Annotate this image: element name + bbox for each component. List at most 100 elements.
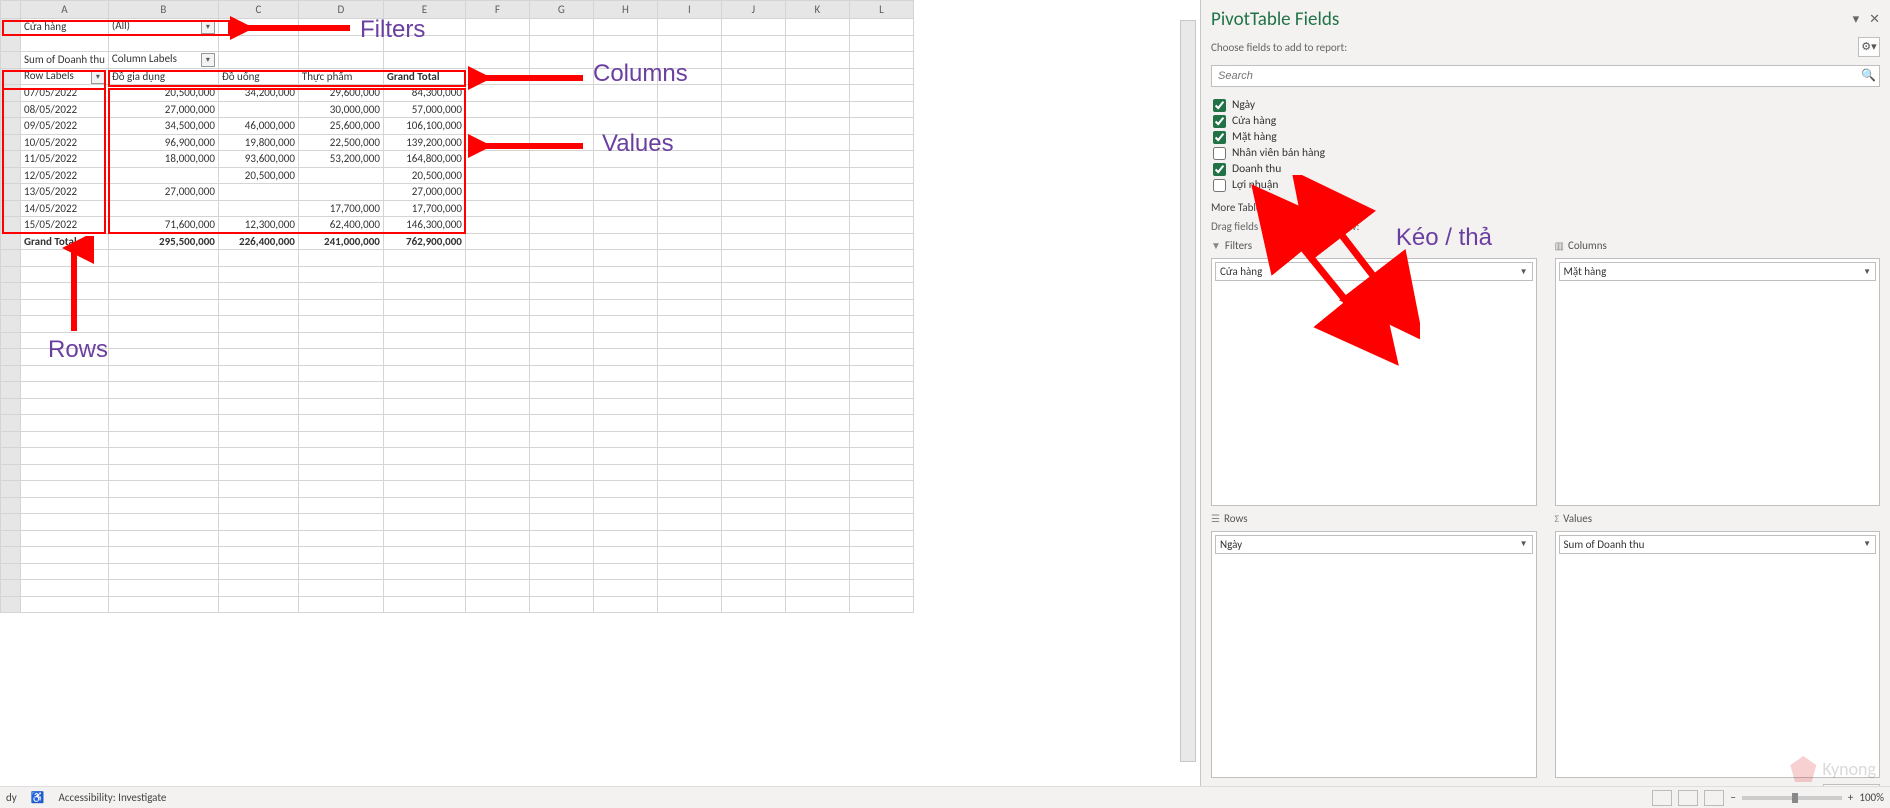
date-cell[interactable]: 10/05/2022 xyxy=(21,134,109,151)
cell[interactable] xyxy=(721,415,785,432)
cell[interactable] xyxy=(383,580,465,597)
value-cell[interactable] xyxy=(218,101,298,118)
cell[interactable] xyxy=(298,547,383,564)
cell[interactable] xyxy=(383,316,465,333)
cell[interactable] xyxy=(785,299,849,316)
value-cell[interactable]: 27,000,000 xyxy=(108,101,218,118)
cell[interactable] xyxy=(465,580,529,597)
cell[interactable] xyxy=(849,514,913,531)
cell[interactable] xyxy=(785,134,849,151)
cell[interactable] xyxy=(465,398,529,415)
cell[interactable] xyxy=(383,382,465,399)
cell[interactable] xyxy=(529,514,593,531)
date-cell[interactable]: 13/05/2022 xyxy=(21,184,109,201)
cell[interactable] xyxy=(593,431,657,448)
cell[interactable] xyxy=(849,118,913,135)
cell[interactable] xyxy=(849,184,913,201)
cell[interactable] xyxy=(383,299,465,316)
cell[interactable] xyxy=(529,151,593,168)
cell[interactable] xyxy=(785,448,849,465)
cell[interactable] xyxy=(529,250,593,267)
value-cell[interactable]: 29,600,000 xyxy=(298,85,383,102)
zoom-out-icon[interactable]: − xyxy=(1730,791,1735,804)
cell[interactable] xyxy=(721,332,785,349)
cell[interactable] xyxy=(785,266,849,283)
cell[interactable] xyxy=(593,85,657,102)
cell[interactable] xyxy=(849,35,913,52)
cell[interactable] xyxy=(21,431,109,448)
cell[interactable] xyxy=(529,580,593,597)
cell[interactable] xyxy=(465,35,529,52)
cell[interactable] xyxy=(108,415,218,432)
cell[interactable] xyxy=(298,349,383,366)
cell[interactable] xyxy=(593,35,657,52)
pivot-column-header[interactable]: Grand Total xyxy=(383,68,465,85)
cell[interactable] xyxy=(657,332,721,349)
cell[interactable] xyxy=(657,349,721,366)
view-page-break-icon[interactable] xyxy=(1704,790,1724,806)
area-columns-box[interactable]: Mặt hàng▼ xyxy=(1555,258,1881,506)
value-cell[interactable]: 34,500,000 xyxy=(108,118,218,135)
cell[interactable] xyxy=(465,283,529,300)
cell[interactable] xyxy=(465,85,529,102)
cell[interactable] xyxy=(108,332,218,349)
cell[interactable] xyxy=(108,349,218,366)
date-cell[interactable]: 07/05/2022 xyxy=(21,85,109,102)
cell[interactable] xyxy=(721,299,785,316)
cell[interactable] xyxy=(298,35,383,52)
cell[interactable] xyxy=(21,514,109,531)
cell[interactable] xyxy=(593,151,657,168)
cell[interactable] xyxy=(657,233,721,250)
cell[interactable] xyxy=(465,250,529,267)
cell[interactable] xyxy=(529,547,593,564)
cell[interactable] xyxy=(657,19,721,36)
cell[interactable] xyxy=(465,184,529,201)
cell[interactable] xyxy=(721,398,785,415)
value-cell[interactable]: 27,000,000 xyxy=(108,184,218,201)
area-filters-item[interactable]: Cửa hàng▼ xyxy=(1215,262,1533,281)
cell[interactable] xyxy=(298,365,383,382)
worksheet[interactable]: ABCDEFGHIJKL Cửa hàng (All)▾ Sum of Doan… xyxy=(0,0,1200,808)
cell[interactable] xyxy=(849,563,913,580)
cell[interactable] xyxy=(593,497,657,514)
cell[interactable] xyxy=(721,52,785,69)
value-cell[interactable] xyxy=(108,200,218,217)
cell[interactable] xyxy=(298,514,383,531)
cell[interactable] xyxy=(849,68,913,85)
cell[interactable] xyxy=(383,332,465,349)
cell[interactable] xyxy=(849,316,913,333)
cell[interactable] xyxy=(383,250,465,267)
cell[interactable] xyxy=(383,448,465,465)
cell[interactable] xyxy=(849,167,913,184)
cell[interactable] xyxy=(785,596,849,613)
cell[interactable] xyxy=(529,35,593,52)
cell[interactable] xyxy=(21,398,109,415)
cell[interactable] xyxy=(721,448,785,465)
cell[interactable] xyxy=(21,497,109,514)
cell[interactable] xyxy=(383,266,465,283)
value-cell[interactable]: 18,000,000 xyxy=(108,151,218,168)
cell[interactable] xyxy=(21,448,109,465)
value-cell[interactable] xyxy=(218,200,298,217)
value-cell[interactable]: 57,000,000 xyxy=(383,101,465,118)
cell[interactable] xyxy=(785,431,849,448)
cell[interactable] xyxy=(849,151,913,168)
grand-total-cell[interactable]: 226,400,000 xyxy=(218,233,298,250)
cell[interactable] xyxy=(593,365,657,382)
cell[interactable] xyxy=(849,200,913,217)
cell[interactable] xyxy=(849,382,913,399)
pivot-column-header[interactable]: Đồ uống xyxy=(218,68,298,85)
cell[interactable] xyxy=(298,382,383,399)
cell[interactable] xyxy=(785,563,849,580)
cell[interactable] xyxy=(593,118,657,135)
cell[interactable] xyxy=(593,448,657,465)
row-header[interactable] xyxy=(1,19,21,36)
cell[interactable] xyxy=(298,448,383,465)
value-cell[interactable] xyxy=(108,167,218,184)
cell[interactable] xyxy=(298,431,383,448)
value-cell[interactable]: 12,300,000 xyxy=(218,217,298,234)
cell[interactable] xyxy=(529,382,593,399)
cell[interactable] xyxy=(721,497,785,514)
cell[interactable] xyxy=(529,349,593,366)
value-cell[interactable]: 25,600,000 xyxy=(298,118,383,135)
